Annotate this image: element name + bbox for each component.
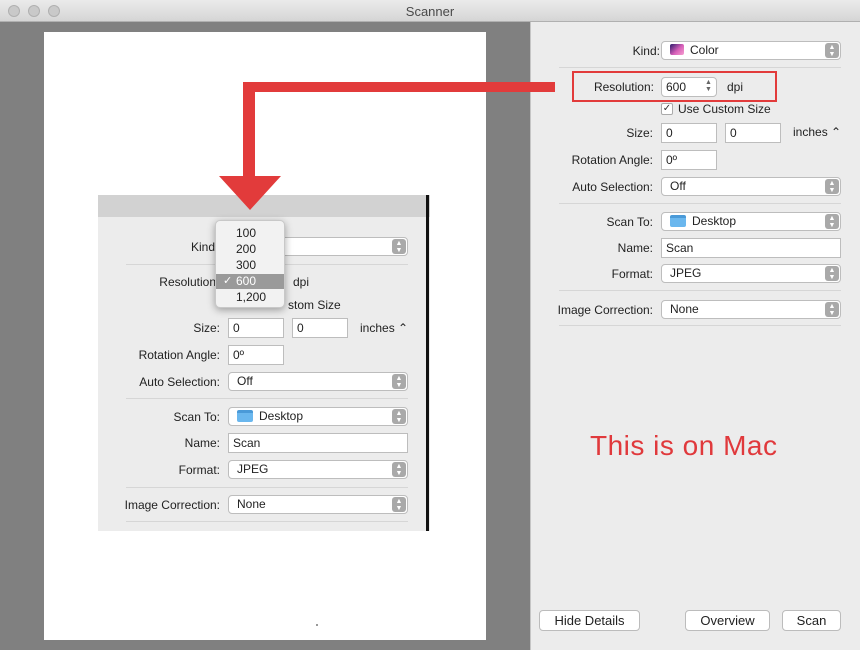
title-bar: Scanner	[0, 0, 860, 22]
inset-separator	[126, 521, 408, 522]
size-label: Size:	[626, 126, 653, 140]
inset-rotation-label: Rotation Angle:	[138, 348, 220, 362]
inset-unit-chevron-icon: ⌃	[398, 321, 409, 335]
name-label: Name:	[617, 241, 653, 255]
unit-chevron-icon: ⌃	[831, 125, 842, 139]
image-correction-popup[interactable]: None ▲ ▼	[661, 300, 841, 319]
size-width-field[interactable]: 0	[661, 123, 717, 143]
separator	[559, 203, 841, 204]
popup-arrows-icon: ▲ ▼	[825, 43, 839, 58]
scan-to-label: Scan To:	[606, 215, 653, 229]
resolution-option: 200	[236, 242, 257, 256]
inset-border	[426, 195, 429, 531]
resolution-option: 1,200	[236, 290, 267, 304]
separator	[559, 67, 841, 68]
kind-label: Kind:	[632, 44, 660, 58]
resolution-highlight-box	[572, 71, 777, 102]
inset-scan-to-popup: Desktop ▲ ▼	[228, 407, 408, 426]
separator	[559, 325, 841, 326]
custom-size-label: Use Custom Size	[678, 102, 771, 116]
inset-separator	[126, 487, 408, 488]
inset-resolution-unit: dpi	[293, 275, 310, 289]
arrow-head-icon	[219, 176, 281, 210]
inset-format-label: Format:	[178, 463, 220, 477]
kind-popup[interactable]: Color ▲ ▼	[661, 41, 841, 60]
inset-separator	[126, 398, 408, 399]
hide-details-button[interactable]: Hide Details	[539, 610, 640, 631]
checkmark-icon: ✓	[223, 275, 233, 287]
scan-button[interactable]: Scan	[782, 610, 841, 631]
scan-to-popup[interactable]: Desktop ▲ ▼	[661, 212, 841, 231]
inset-popup-arrows-icon: ▲ ▼	[392, 409, 406, 424]
resolution-option: 100	[236, 226, 257, 240]
inset-resolution-label: Resolution	[159, 275, 216, 289]
annotation-text: This is on Mac	[590, 430, 778, 461]
inset-scan-to-label: Scan To:	[173, 410, 220, 424]
inset-format-popup: JPEG ▲ ▼	[228, 460, 408, 479]
window-title: Scanner	[405, 4, 455, 19]
inset-size-width: 0	[228, 318, 284, 338]
separator	[559, 290, 841, 291]
popup-arrows-icon: ▲ ▼	[825, 302, 839, 317]
inset-image-correction-label: Image Correction:	[124, 498, 220, 512]
folder-icon	[670, 215, 686, 227]
annotation-arrow	[243, 82, 555, 92]
inset-name-label: Name:	[184, 436, 220, 450]
inset-folder-icon	[237, 410, 253, 422]
auto-selection-popup[interactable]: Off ▲ ▼	[661, 177, 841, 196]
inset-auto-selection-popup: Off ▲ ▼	[228, 372, 408, 391]
resolution-option-selected: ✓ 600	[216, 274, 284, 289]
name-field[interactable]: Scan	[661, 238, 841, 258]
inset-name-field: Scan	[228, 433, 408, 453]
annotation-arrow	[243, 82, 255, 184]
inset-custom-size-label: stom Size	[288, 298, 341, 312]
inset-rotation-field: 0º	[228, 345, 284, 365]
inset-size-label: Size:	[193, 321, 220, 335]
custom-size-checkbox[interactable]: ✓	[661, 103, 673, 115]
inset-popup-arrows-icon: ▲ ▼	[392, 497, 406, 512]
format-popup[interactable]: JPEG ▲ ▼	[661, 264, 841, 283]
details-panel: Kind: Color ▲ ▼ Resolution: 600 ▲ ▼ dpi ✓ U…	[530, 22, 860, 650]
rotation-label: Rotation Angle:	[571, 153, 653, 167]
inset-image-correction-popup: None ▲ ▼	[228, 495, 408, 514]
popup-arrows-icon: ▲ ▼	[825, 214, 839, 229]
inset-popup-arrows-icon: ▲ ▼	[392, 239, 406, 254]
format-label: Format:	[611, 267, 653, 281]
popup-arrows-icon: ▲ ▼	[825, 266, 839, 281]
image-correction-label: Image Correction:	[557, 303, 653, 317]
rotation-field[interactable]: 0º	[661, 150, 717, 170]
inset-size-height: 0	[292, 318, 348, 338]
auto-selection-label: Auto Selection:	[572, 180, 653, 194]
inset-kind-label: Kind	[190, 240, 215, 254]
popup-arrows-icon: ▲ ▼	[825, 179, 839, 194]
inset-size-unit: inches ⌃	[360, 321, 409, 335]
inset-popup-arrows-icon: ▲ ▼	[392, 374, 406, 389]
color-swatch-icon	[670, 44, 684, 55]
size-height-field[interactable]: 0	[725, 123, 781, 143]
resolution-option: 300	[236, 258, 257, 272]
size-unit-popup[interactable]: inches ⌃	[793, 125, 841, 139]
preview-speck	[316, 624, 318, 626]
overview-button[interactable]: Overview	[685, 610, 770, 631]
inset-auto-selection-label: Auto Selection:	[139, 375, 220, 389]
inset-resolution-menu: 100 200 300 ✓ 600 1,200	[215, 220, 285, 308]
inset-popup-arrows-icon: ▲ ▼	[392, 462, 406, 477]
